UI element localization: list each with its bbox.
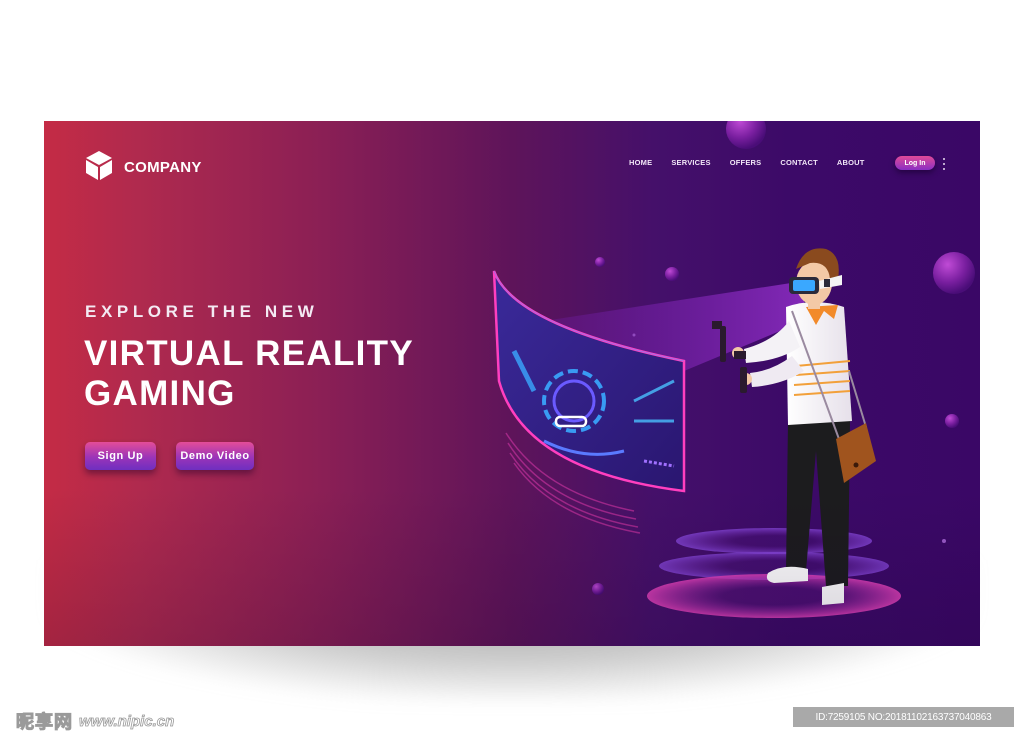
demo-video-button[interactable]: Demo Video xyxy=(176,442,254,470)
watermark-id: ID:7259105 NO:20181102163737040863 xyxy=(793,707,1014,727)
watermark-site-cn: 昵享网 xyxy=(16,712,73,733)
nav-contact[interactable]: CONTACT xyxy=(780,158,818,167)
hero-title-line-1: VIRTUAL REALITY xyxy=(84,334,414,373)
hero-title-line-2: GAMING xyxy=(84,374,236,413)
login-button[interactable]: Log In xyxy=(895,156,935,170)
kebab-menu-icon[interactable] xyxy=(942,158,946,170)
watermark-url: www.nipic.cn xyxy=(79,712,175,730)
brand-name: COMPANY xyxy=(124,159,202,176)
watermark-logo: 昵享网 www.nipic.cn xyxy=(16,708,175,734)
brand-logo[interactable]: COMPANY xyxy=(84,149,202,186)
nav-about[interactable]: ABOUT xyxy=(837,158,865,167)
main-nav: HOME SERVICES OFFERS CONTACT ABOUT xyxy=(629,158,884,167)
hero-eyebrow: EXPLORE THE NEW xyxy=(85,302,319,321)
sign-up-button[interactable]: Sign Up xyxy=(85,442,156,470)
page: COMPANY HOME SERVICES OFFERS CONTACT ABO… xyxy=(0,0,1024,737)
cube-icon xyxy=(84,149,114,186)
nav-home[interactable]: HOME xyxy=(629,158,652,167)
hero-title: VIRTUAL REALITY GAMING xyxy=(84,334,414,414)
nav-services[interactable]: SERVICES xyxy=(671,158,710,167)
landing-hero-card: COMPANY HOME SERVICES OFFERS CONTACT ABO… xyxy=(44,121,980,646)
nav-offers[interactable]: OFFERS xyxy=(730,158,762,167)
